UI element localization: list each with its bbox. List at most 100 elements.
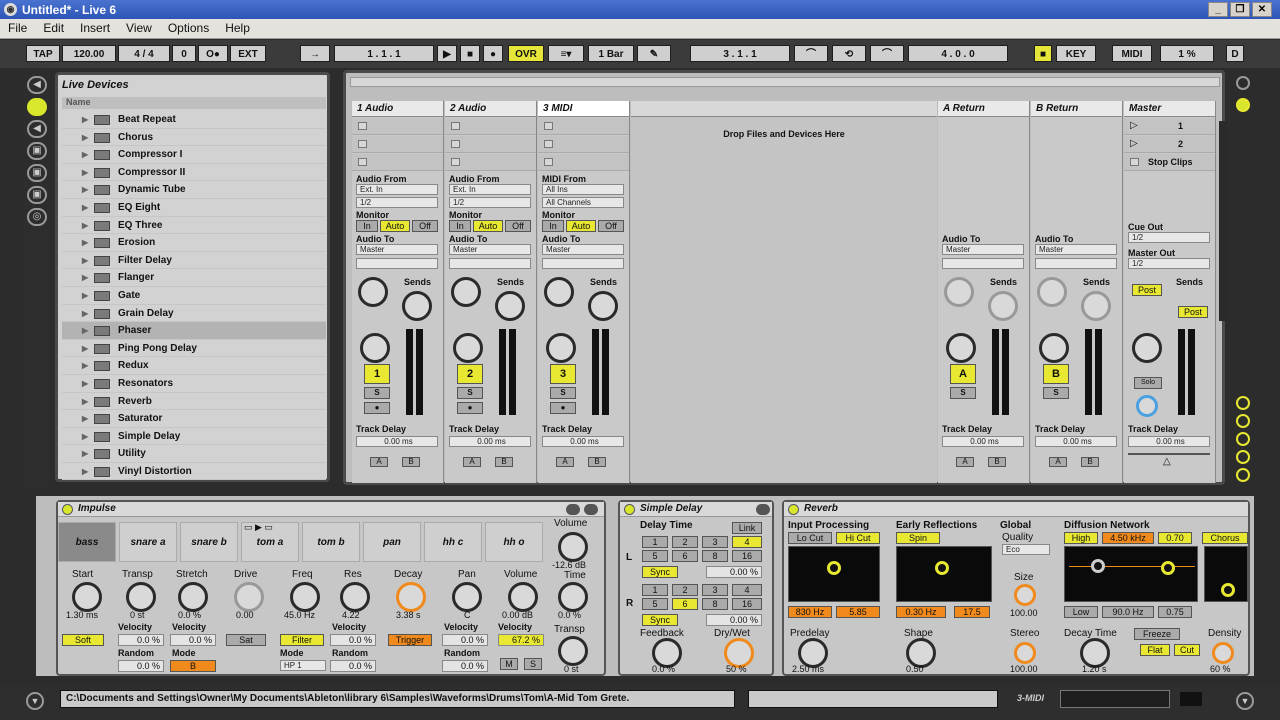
beat-6-left[interactable]: 6 <box>672 550 698 562</box>
track-title[interactable]: 3 MIDI <box>538 101 629 117</box>
velocity-field[interactable]: 0.0 % <box>118 634 164 646</box>
beat-8-right[interactable]: 8 <box>702 598 728 610</box>
send-a-knob[interactable] <box>944 277 974 307</box>
velocity-field[interactable]: 0.0 % <box>330 634 376 646</box>
input-type-select[interactable]: All Ins <box>542 184 624 195</box>
sends-icon[interactable] <box>1236 414 1250 428</box>
volume-meter[interactable] <box>406 329 413 415</box>
metronome-button[interactable]: O● <box>198 45 228 62</box>
clip-stop-icon[interactable] <box>544 158 553 166</box>
beat-4-right[interactable]: 4 <box>732 584 762 596</box>
volume-meter[interactable] <box>416 329 423 415</box>
sample-slot-2[interactable]: snare a <box>119 522 177 562</box>
clip-slot[interactable] <box>445 118 536 135</box>
pan-knob[interactable] <box>1039 333 1069 363</box>
minimize-button[interactable]: _ <box>1208 2 1228 17</box>
beat-2-left[interactable]: 2 <box>672 536 698 548</box>
crossfade-b-button[interactable]: B <box>1081 457 1099 467</box>
track-title[interactable]: Master <box>1124 101 1215 117</box>
tap-button[interactable]: TAP <box>26 45 60 62</box>
arrange-view-icon[interactable] <box>1236 98 1250 112</box>
expand-arrow-icon[interactable]: ▶ <box>82 111 88 128</box>
collapse-detail-icon[interactable]: ▼ <box>1236 692 1254 710</box>
random-field[interactable]: 0.0 % <box>118 660 164 672</box>
volume-meter[interactable] <box>499 329 506 415</box>
track-title[interactable]: B Return <box>1031 101 1122 117</box>
file-browser-1-icon[interactable]: ▣ <box>27 142 47 160</box>
mode-button[interactable]: B <box>170 660 216 672</box>
browser-column-header[interactable]: Name <box>62 97 326 109</box>
io-icon[interactable] <box>1236 396 1250 410</box>
follow-button[interactable]: → <box>300 45 330 62</box>
post-b-button[interactable]: Post <box>1178 306 1208 318</box>
expand-arrow-icon[interactable]: ▶ <box>82 217 88 234</box>
volume-meter[interactable] <box>602 329 609 415</box>
spin-button[interactable]: Spin <box>896 532 940 544</box>
sample-slot-3[interactable]: snare b <box>180 522 238 562</box>
input-type-select[interactable]: Ext. In <box>356 184 438 195</box>
pan-knob[interactable] <box>946 333 976 363</box>
scene-launch[interactable]: ▷ 2 <box>1124 136 1215 153</box>
io-toggle-icon[interactable]: ◎ <box>27 208 47 226</box>
send-b-knob[interactable] <box>988 291 1018 321</box>
loop-switch-icon[interactable]: ⟲ <box>832 45 866 62</box>
browser-item[interactable]: ▶ Utility <box>62 445 326 463</box>
chorus-button[interactable]: Chorus <box>1202 532 1248 544</box>
browser-item[interactable]: ▶ Simple Delay <box>62 428 326 446</box>
global-volume-knob[interactable] <box>558 532 588 562</box>
monitor-in-button[interactable]: In <box>542 220 564 232</box>
punch-in-icon[interactable]: ⌒ <box>794 45 828 62</box>
input-channel-select[interactable]: 1/2 <box>356 197 438 208</box>
clip-stop-icon[interactable] <box>451 158 460 166</box>
beat-6-right[interactable]: 6 <box>672 598 698 610</box>
velocity-field-active[interactable]: 67.2 % <box>498 634 544 646</box>
expand-arrow-icon[interactable]: ▶ <box>82 199 88 216</box>
file-browser-2-icon[interactable]: ▣ <box>27 164 47 182</box>
file-browser-3-icon[interactable]: ▣ <box>27 186 47 204</box>
pan-knob[interactable] <box>452 582 482 612</box>
monitor-off-button[interactable]: Off <box>598 220 624 232</box>
signature-field[interactable]: 4 / 4 <box>118 45 170 62</box>
output-select[interactable]: Master <box>449 244 531 255</box>
track-delay-field[interactable]: 0.00 ms <box>1128 436 1210 447</box>
low-freq-field[interactable]: 90.0 Hz <box>1102 606 1154 618</box>
high-button[interactable]: High <box>1064 532 1098 544</box>
crossfade-a-button[interactable]: A <box>370 457 388 467</box>
browser-item[interactable]: ▶ Saturator <box>62 410 326 428</box>
send-b-knob[interactable] <box>495 291 525 321</box>
clip-stop-icon[interactable] <box>544 140 553 148</box>
time-knob[interactable] <box>558 582 588 612</box>
output-select[interactable]: Master <box>1035 244 1117 255</box>
crossfader-icon[interactable] <box>1236 468 1250 482</box>
beat-4-left[interactable]: 4 <box>732 536 762 548</box>
beat-3-left[interactable]: 3 <box>702 536 728 548</box>
browser-item[interactable]: ▶ Redux <box>62 357 326 375</box>
clip-slot[interactable] <box>352 118 443 135</box>
send-b-knob[interactable] <box>402 291 432 321</box>
master-out-select[interactable]: 1/2 <box>1128 258 1210 269</box>
punch-out-icon[interactable]: ⌒ <box>870 45 904 62</box>
quantize-field[interactable]: 1 Bar <box>588 45 634 62</box>
scene-play-icon[interactable]: ▷ <box>1130 120 1138 131</box>
size-knob[interactable] <box>1014 584 1036 606</box>
expand-arrow-icon[interactable]: ▶ <box>82 375 88 392</box>
slot-play-controls[interactable]: ▭ ▶ ▭ <box>244 522 273 533</box>
track-delay-field[interactable]: 0.00 ms <box>356 436 438 447</box>
expand-arrow-icon[interactable]: ▶ <box>82 463 88 480</box>
clip-slot[interactable] <box>445 136 536 153</box>
plugin-browser-icon[interactable]: ◀ <box>27 120 47 138</box>
expand-arrow-icon[interactable]: ▶ <box>82 164 88 181</box>
key-map-button[interactable]: KEY <box>1056 45 1096 62</box>
crossfade-a-button[interactable]: A <box>463 457 481 467</box>
transp-knob[interactable] <box>126 582 156 612</box>
browser-item[interactable]: ▶ Reverb <box>62 393 326 411</box>
clip-stop-icon[interactable] <box>451 140 460 148</box>
volume-meter[interactable] <box>1095 329 1102 415</box>
sync-left-button[interactable]: Sync <box>642 566 678 578</box>
browser-item[interactable]: ▶ Grain Delay <box>62 305 326 323</box>
input-type-select[interactable]: Ext. In <box>449 184 531 195</box>
browser-item[interactable]: ▶ Filter Delay <box>62 252 326 270</box>
track-delay-field[interactable]: 0.00 ms <box>1035 436 1117 447</box>
scene-launch[interactable]: ▷ 1 <box>1124 118 1215 135</box>
browser-item-selected[interactable]: ▶ Phaser <box>62 322 326 340</box>
